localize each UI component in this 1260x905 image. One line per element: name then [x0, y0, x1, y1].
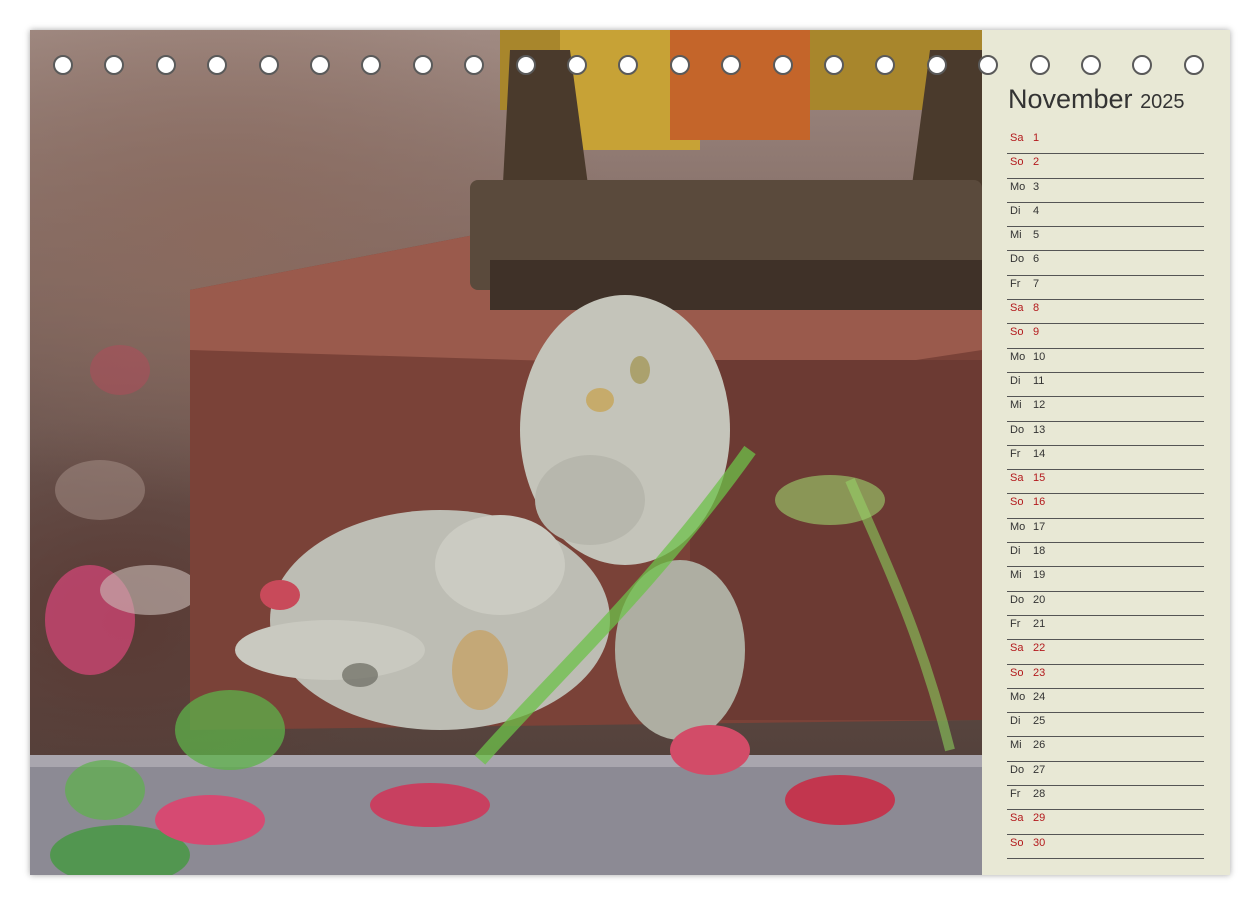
day-number: 4 [1033, 204, 1040, 217]
weekday-label: Do [1010, 253, 1025, 266]
day-number: 19 [1033, 569, 1046, 582]
weekday-label: So [1010, 666, 1024, 679]
day-row: Di 25 [1007, 714, 1204, 738]
weekday-label: Mo [1010, 350, 1026, 363]
photo-illustration [30, 30, 982, 875]
day-number: 8 [1033, 302, 1040, 315]
weekday-label: Sa [1010, 812, 1024, 825]
day-number: 26 [1033, 739, 1046, 752]
day-row: Sa 8 [1007, 301, 1204, 325]
weekday-label: So [1010, 836, 1024, 849]
day-number: 14 [1033, 447, 1046, 460]
day-row: Mo 10 [1007, 350, 1204, 373]
weekday-label: Mi [1010, 739, 1022, 752]
day-number: 24 [1033, 690, 1046, 703]
day-number: 21 [1033, 617, 1046, 630]
day-row: Sa 15 [1007, 471, 1204, 495]
weekday-label: Di [1010, 715, 1021, 728]
day-row: So 2 [1007, 155, 1204, 179]
day-row: Di 11 [1007, 374, 1204, 398]
day-row: So 23 [1007, 666, 1204, 689]
day-number: 22 [1033, 642, 1046, 655]
day-number: 27 [1033, 763, 1046, 776]
weekday-label: Di [1010, 374, 1021, 387]
calendar-panel: November 2025 Sa 1 So 2 Mo 3 Di 4 Mi 5 Do 6 Fr 7 Sa 8 So… [982, 30, 1230, 875]
day-row: Sa 22 [1007, 641, 1204, 665]
weekday-label: Sa [1010, 302, 1024, 315]
weekday-label: So [1010, 156, 1024, 169]
day-row: Fr 21 [1007, 617, 1204, 641]
weekday-label: Sa [1010, 132, 1024, 144]
day-number: 20 [1033, 593, 1046, 606]
weekday-label: Mi [1010, 229, 1022, 242]
day-row: Do 20 [1007, 593, 1204, 616]
day-number: 13 [1033, 423, 1046, 436]
weekday-label: Sa [1010, 642, 1024, 655]
weekday-label: Mo [1010, 520, 1026, 533]
weekday-label: Fr [1010, 617, 1021, 630]
weekday-label: Do [1010, 423, 1025, 436]
weekday-label: Mo [1010, 690, 1026, 703]
month-name: November [1008, 84, 1133, 114]
day-number: 28 [1033, 788, 1046, 801]
day-list: Sa 1 So 2 Mo 3 Di 4 Mi 5 Do 6 Fr 7 Sa 8 So 9 Mo 10 Di 11 Mi 12 D… [1007, 131, 1204, 860]
day-row: Do 27 [1007, 763, 1204, 787]
day-row: Di 18 [1007, 544, 1204, 568]
day-row: So 30 [1007, 836, 1204, 859]
day-row: Mo 24 [1007, 690, 1204, 714]
weekday-label: Sa [1010, 472, 1024, 485]
day-number: 17 [1033, 520, 1046, 533]
calendar-page: November 2025 Sa 1 So 2 Mo 3 Di 4 Mi 5 Do 6 Fr 7 Sa 8 So… [30, 30, 1230, 875]
month-heading: November 2025 [1008, 84, 1185, 115]
day-number: 1 [1033, 132, 1040, 144]
day-number: 6 [1033, 253, 1040, 266]
weekday-label: Di [1010, 545, 1021, 558]
weekday-label: Do [1010, 593, 1025, 606]
day-number: 29 [1033, 812, 1046, 825]
day-number: 15 [1033, 472, 1046, 485]
day-row: Do 13 [1007, 423, 1204, 446]
day-number: 18 [1033, 545, 1046, 558]
day-number: 30 [1033, 836, 1046, 849]
day-number: 11 [1033, 374, 1045, 387]
day-row: Fr 7 [1007, 277, 1204, 301]
weekday-label: Mi [1010, 569, 1022, 582]
weekday-label: So [1010, 496, 1024, 509]
day-number: 7 [1033, 277, 1040, 290]
day-row: Mo 3 [1007, 180, 1204, 203]
day-number: 3 [1033, 180, 1040, 193]
day-row: Mi 19 [1007, 568, 1204, 592]
year-label: 2025 [1140, 91, 1185, 113]
day-row: Sa 1 [1007, 131, 1204, 155]
weekday-label: Mi [1010, 399, 1022, 412]
weekday-label: Mo [1010, 180, 1026, 193]
day-number: 2 [1033, 156, 1040, 169]
weekday-label: Fr [1010, 447, 1021, 460]
day-number: 16 [1033, 496, 1046, 509]
day-row: Fr 28 [1007, 787, 1204, 811]
cherub-statue-photo [30, 30, 982, 875]
day-row: Sa 29 [1007, 811, 1204, 835]
day-number: 10 [1033, 350, 1046, 363]
day-number: 25 [1033, 715, 1046, 728]
weekday-label: Fr [1010, 277, 1021, 290]
day-row: Mi 5 [1007, 228, 1204, 252]
day-row: Fr 14 [1007, 447, 1204, 471]
day-row: Mi 12 [1007, 398, 1204, 422]
day-row: Mo 17 [1007, 520, 1204, 544]
weekday-label: Do [1010, 763, 1025, 776]
weekday-label: Fr [1010, 788, 1021, 801]
day-row: So 9 [1007, 325, 1204, 349]
day-row: Mi 26 [1007, 738, 1204, 762]
weekday-label: So [1010, 326, 1024, 339]
weekday-label: Di [1010, 204, 1021, 217]
day-number: 23 [1033, 666, 1046, 679]
day-row: Do 6 [1007, 252, 1204, 276]
day-number: 12 [1033, 399, 1046, 412]
day-row: Di 4 [1007, 204, 1204, 228]
day-row: So 16 [1007, 495, 1204, 519]
day-number: 5 [1033, 229, 1040, 242]
day-number: 9 [1033, 326, 1040, 339]
